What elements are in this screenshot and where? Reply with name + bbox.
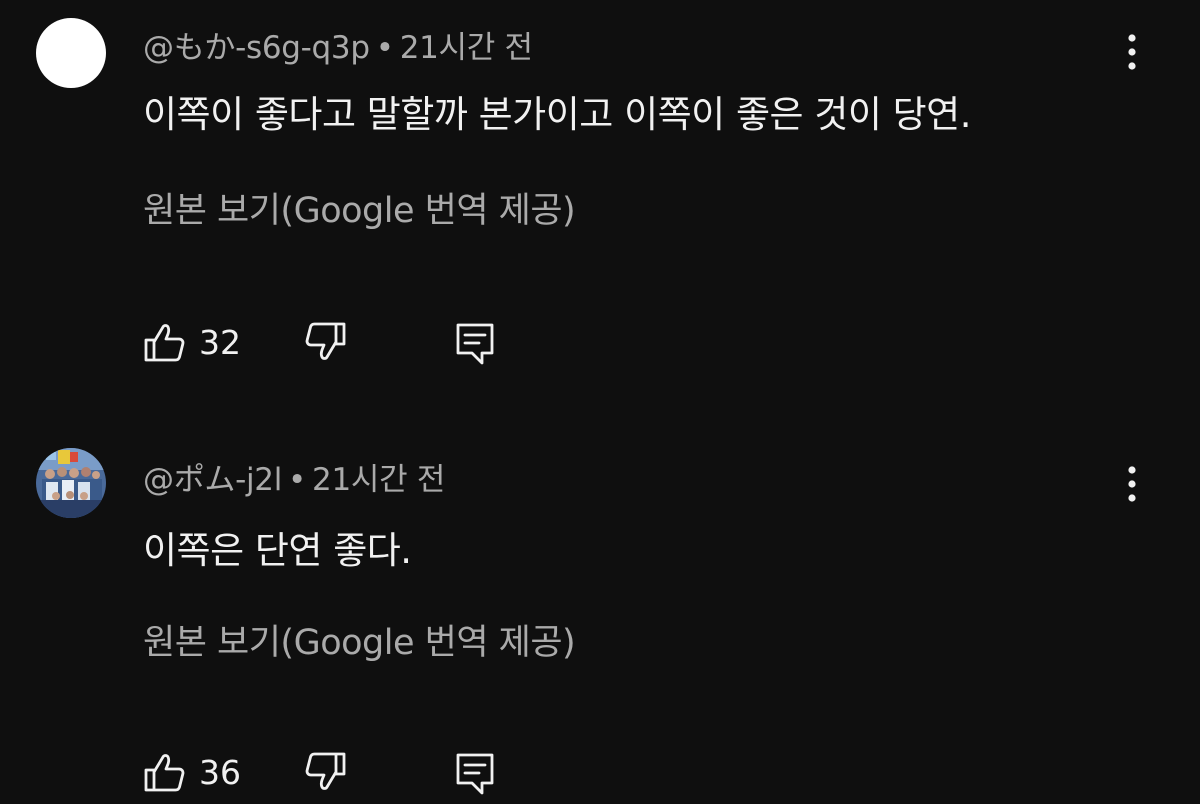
thumbs-up-icon [144,324,185,362]
comment-item: @もか-s6g-q3p • 21시간 전 이쪽이 좋다고 말할까 본가이고 이쪽이 … [0,0,1200,420]
dislike-button[interactable] [305,752,347,792]
avatar[interactable] [36,18,106,88]
comment-text: 이쪽이 좋다고 말할까 본가이고 이쪽이 좋은 것이 당연. [143,93,971,136]
more-options-button[interactable] [1112,22,1152,82]
thumbs-up-icon [144,754,185,792]
like-count: 32 [199,322,241,362]
separator-dot: • [288,462,307,498]
more-vertical-icon [1128,466,1136,502]
more-vertical-icon [1128,34,1136,70]
like-button[interactable]: 36 [143,752,241,792]
thumbs-down-icon [305,752,346,790]
separator-dot: • [375,30,394,66]
comment-time[interactable]: 21시간 전 [400,30,533,66]
reply-button[interactable] [455,752,495,796]
like-count: 36 [199,752,241,792]
reply-comment-icon [456,323,494,365]
reply-comment-icon [456,753,494,795]
comment-header: @ポム-j2l • 21시간 전 [143,454,445,499]
comment-item: @ポム-j2l • 21시간 전 이쪽은 단연 좋다. 원본 보기(Google 번… [0,430,1200,804]
more-options-button[interactable] [1112,454,1152,514]
group-photo-avatar-image [36,448,106,518]
see-original-link[interactable]: 원본 보기(Google 번역 제공) [143,614,576,665]
avatar[interactable] [36,448,106,518]
comment-actions: 36 [143,752,543,796]
see-original-link[interactable]: 원본 보기(Google 번역 제공) [143,182,576,233]
author-name[interactable]: @ポム-j2l [143,462,282,498]
comment-time[interactable]: 21시간 전 [312,462,445,498]
author-name[interactable]: @もか-s6g-q3p [143,30,370,66]
comment-actions: 32 [143,322,543,366]
like-button[interactable]: 32 [143,322,241,362]
reply-button[interactable] [455,322,495,366]
thumbs-down-icon [305,322,346,360]
dislike-button[interactable] [305,322,347,362]
comment-text: 이쪽은 단연 좋다. [143,529,412,572]
comment-header: @もか-s6g-q3p • 21시간 전 [143,22,533,67]
